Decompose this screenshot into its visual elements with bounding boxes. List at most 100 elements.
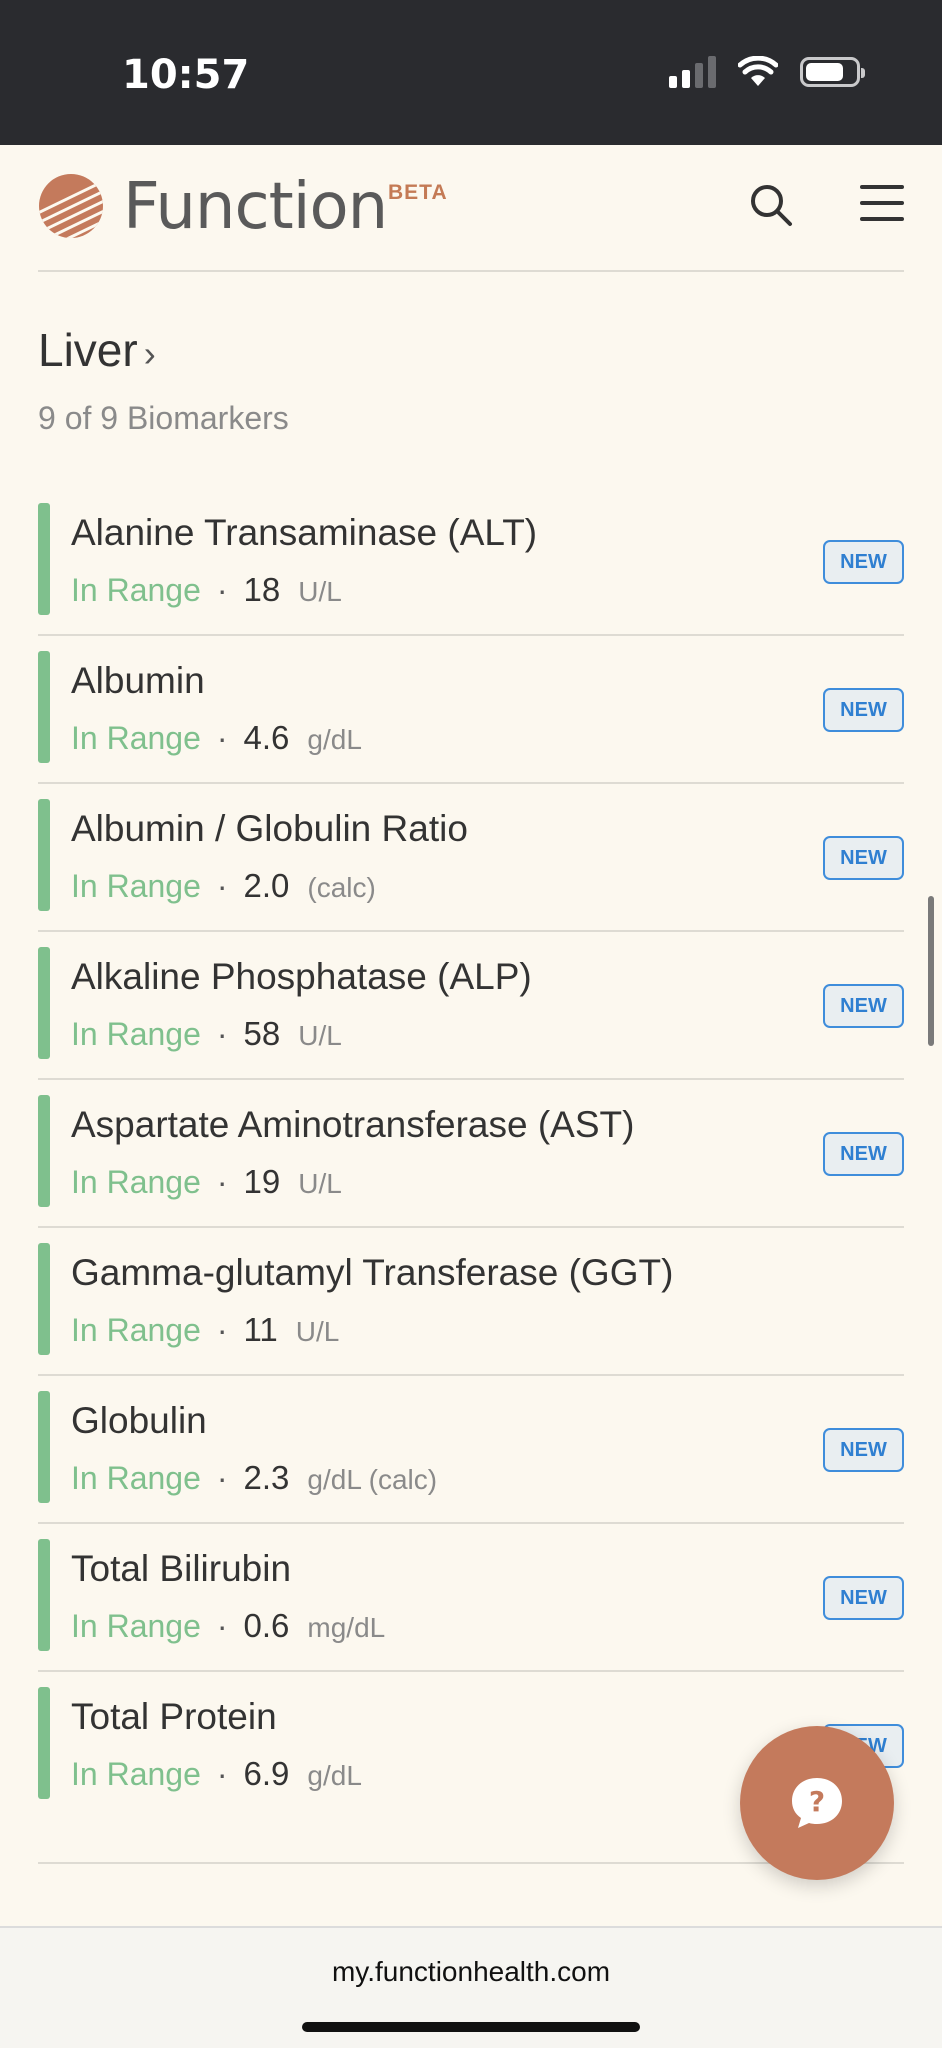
separator-dot: · — [216, 868, 228, 904]
range-indicator-bar — [38, 799, 50, 911]
range-status: In Range — [71, 1016, 201, 1052]
biomarker-unit: U/L — [295, 1316, 340, 1347]
biomarker-unit: (calc) — [307, 872, 376, 903]
biomarker-name: Albumin — [71, 660, 205, 701]
biomarker-value: 19 — [243, 1163, 281, 1200]
app-header: Function BETA — [0, 145, 942, 272]
cellular-signal-icon — [669, 56, 716, 88]
section-title-link[interactable]: Liver › — [38, 323, 156, 377]
brand-name[interactable]: Function — [123, 170, 388, 244]
biomarker-value: 6.9 — [243, 1755, 290, 1792]
biomarker-row[interactable]: Total Bilirubin In Range · 0.6 mg/dL NEW — [38, 1524, 904, 1672]
biomarker-row[interactable]: Alanine Transaminase (ALT) In Range · 18… — [38, 488, 904, 636]
help-question-icon: ? — [792, 1778, 842, 1828]
biomarker-name: Aspartate Aminotransferase (AST) — [71, 1104, 635, 1145]
battery-icon — [800, 57, 865, 87]
biomarker-result: In Range · 0.6 mg/dL — [71, 1607, 385, 1645]
biomarker-result: In Range · 2.0 (calc) — [71, 867, 376, 905]
biomarker-name: Gamma-glutamyl Transferase (GGT) — [71, 1252, 674, 1293]
biomarker-unit: U/L — [298, 1020, 342, 1051]
status-icons — [669, 56, 865, 88]
new-badge: NEW — [823, 540, 904, 584]
browser-bottom-bar: my.functionhealth.com — [0, 1926, 942, 2048]
new-badge: NEW — [823, 836, 904, 880]
header-divider — [38, 270, 904, 272]
status-time: 10:57 — [122, 52, 250, 98]
separator-dot: · — [216, 1016, 228, 1052]
biomarker-value: 2.3 — [243, 1459, 290, 1496]
biomarker-name: Globulin — [71, 1400, 207, 1441]
biomarker-value: 4.6 — [243, 719, 290, 756]
biomarker-row[interactable]: Albumin In Range · 4.6 g/dL NEW — [38, 636, 904, 784]
separator-dot: · — [216, 1164, 228, 1200]
new-badge: NEW — [823, 1428, 904, 1472]
biomarker-value: 2.0 — [243, 867, 290, 904]
separator-dot: · — [216, 572, 228, 608]
function-logo-icon[interactable] — [38, 173, 104, 239]
biomarker-name: Alkaline Phosphatase (ALP) — [71, 956, 532, 997]
range-indicator-bar — [38, 1243, 50, 1355]
range-indicator-bar — [38, 651, 50, 763]
biomarker-value: 58 — [243, 1015, 281, 1052]
separator-dot: · — [216, 720, 228, 756]
hamburger-menu-icon[interactable] — [860, 183, 904, 223]
range-status: In Range — [71, 1608, 201, 1644]
biomarker-result: In Range · 58 U/L — [71, 1015, 342, 1053]
range-indicator-bar — [38, 1687, 50, 1799]
range-indicator-bar — [38, 947, 50, 1059]
range-indicator-bar — [38, 1391, 50, 1503]
range-indicator-bar — [38, 1539, 50, 1651]
biomarker-result: In Range · 18 U/L — [71, 571, 342, 609]
range-indicator-bar — [38, 503, 50, 615]
range-indicator-bar — [38, 1095, 50, 1207]
biomarker-unit: U/L — [298, 1168, 342, 1199]
new-badge: NEW — [823, 1576, 904, 1620]
biomarker-unit: g/dL (calc) — [307, 1464, 438, 1495]
biomarker-row[interactable]: Globulin In Range · 2.3 g/dL (calc) NEW — [38, 1376, 904, 1524]
range-status: In Range — [71, 1312, 201, 1348]
chevron-right-icon: › — [143, 333, 156, 374]
biomarker-unit: g/dL — [307, 724, 362, 755]
status-bar: 10:57 — [0, 0, 942, 145]
search-icon[interactable] — [748, 182, 794, 228]
separator-dot: · — [216, 1460, 228, 1496]
new-badge: NEW — [823, 688, 904, 732]
new-badge: NEW — [823, 984, 904, 1028]
range-status: In Range — [71, 1460, 201, 1496]
range-status: In Range — [71, 572, 201, 608]
range-status: In Range — [71, 720, 201, 756]
range-status: In Range — [71, 1756, 201, 1792]
home-indicator[interactable] — [302, 2022, 640, 2032]
svg-text:?: ? — [809, 1785, 825, 1818]
biomarker-count: 9 of 9 Biomarkers — [38, 400, 289, 436]
separator-dot: · — [216, 1608, 228, 1644]
wifi-icon — [738, 56, 778, 86]
biomarker-value: 18 — [243, 571, 281, 608]
biomarker-row[interactable]: Alkaline Phosphatase (ALP) In Range · 58… — [38, 932, 904, 1080]
biomarker-name: Total Protein — [71, 1696, 277, 1737]
section-title: Liver — [38, 324, 138, 376]
range-status: In Range — [71, 1164, 201, 1200]
scrollbar[interactable] — [928, 896, 934, 1046]
range-status: In Range — [71, 868, 201, 904]
biomarker-result: In Range · 2.3 g/dL (calc) — [71, 1459, 437, 1497]
biomarker-result: In Range · 19 U/L — [71, 1163, 342, 1201]
url-bar[interactable]: my.functionhealth.com — [0, 1956, 942, 1988]
biomarker-name: Albumin / Globulin Ratio — [71, 808, 468, 849]
beta-label: BETA — [388, 181, 448, 204]
biomarker-name: Total Bilirubin — [71, 1548, 292, 1589]
biomarker-row[interactable]: Gamma-glutamyl Transferase (GGT) In Rang… — [38, 1228, 904, 1376]
biomarker-result: In Range · 6.9 g/dL — [71, 1755, 362, 1793]
biomarker-value: 11 — [243, 1311, 278, 1348]
biomarker-row[interactable]: Aspartate Aminotransferase (AST) In Rang… — [38, 1080, 904, 1228]
separator-dot: · — [216, 1312, 228, 1348]
biomarker-row[interactable]: Albumin / Globulin Ratio In Range · 2.0 … — [38, 784, 904, 932]
help-button[interactable]: ? — [740, 1726, 894, 1880]
biomarker-list: Alanine Transaminase (ALT) In Range · 18… — [38, 488, 904, 1820]
biomarker-unit: g/dL — [307, 1760, 362, 1791]
biomarker-value: 0.6 — [243, 1607, 290, 1644]
separator-dot: · — [216, 1756, 228, 1792]
biomarker-unit: U/L — [298, 576, 342, 607]
biomarker-name: Alanine Transaminase (ALT) — [71, 512, 538, 553]
biomarker-result: In Range · 4.6 g/dL — [71, 719, 362, 757]
